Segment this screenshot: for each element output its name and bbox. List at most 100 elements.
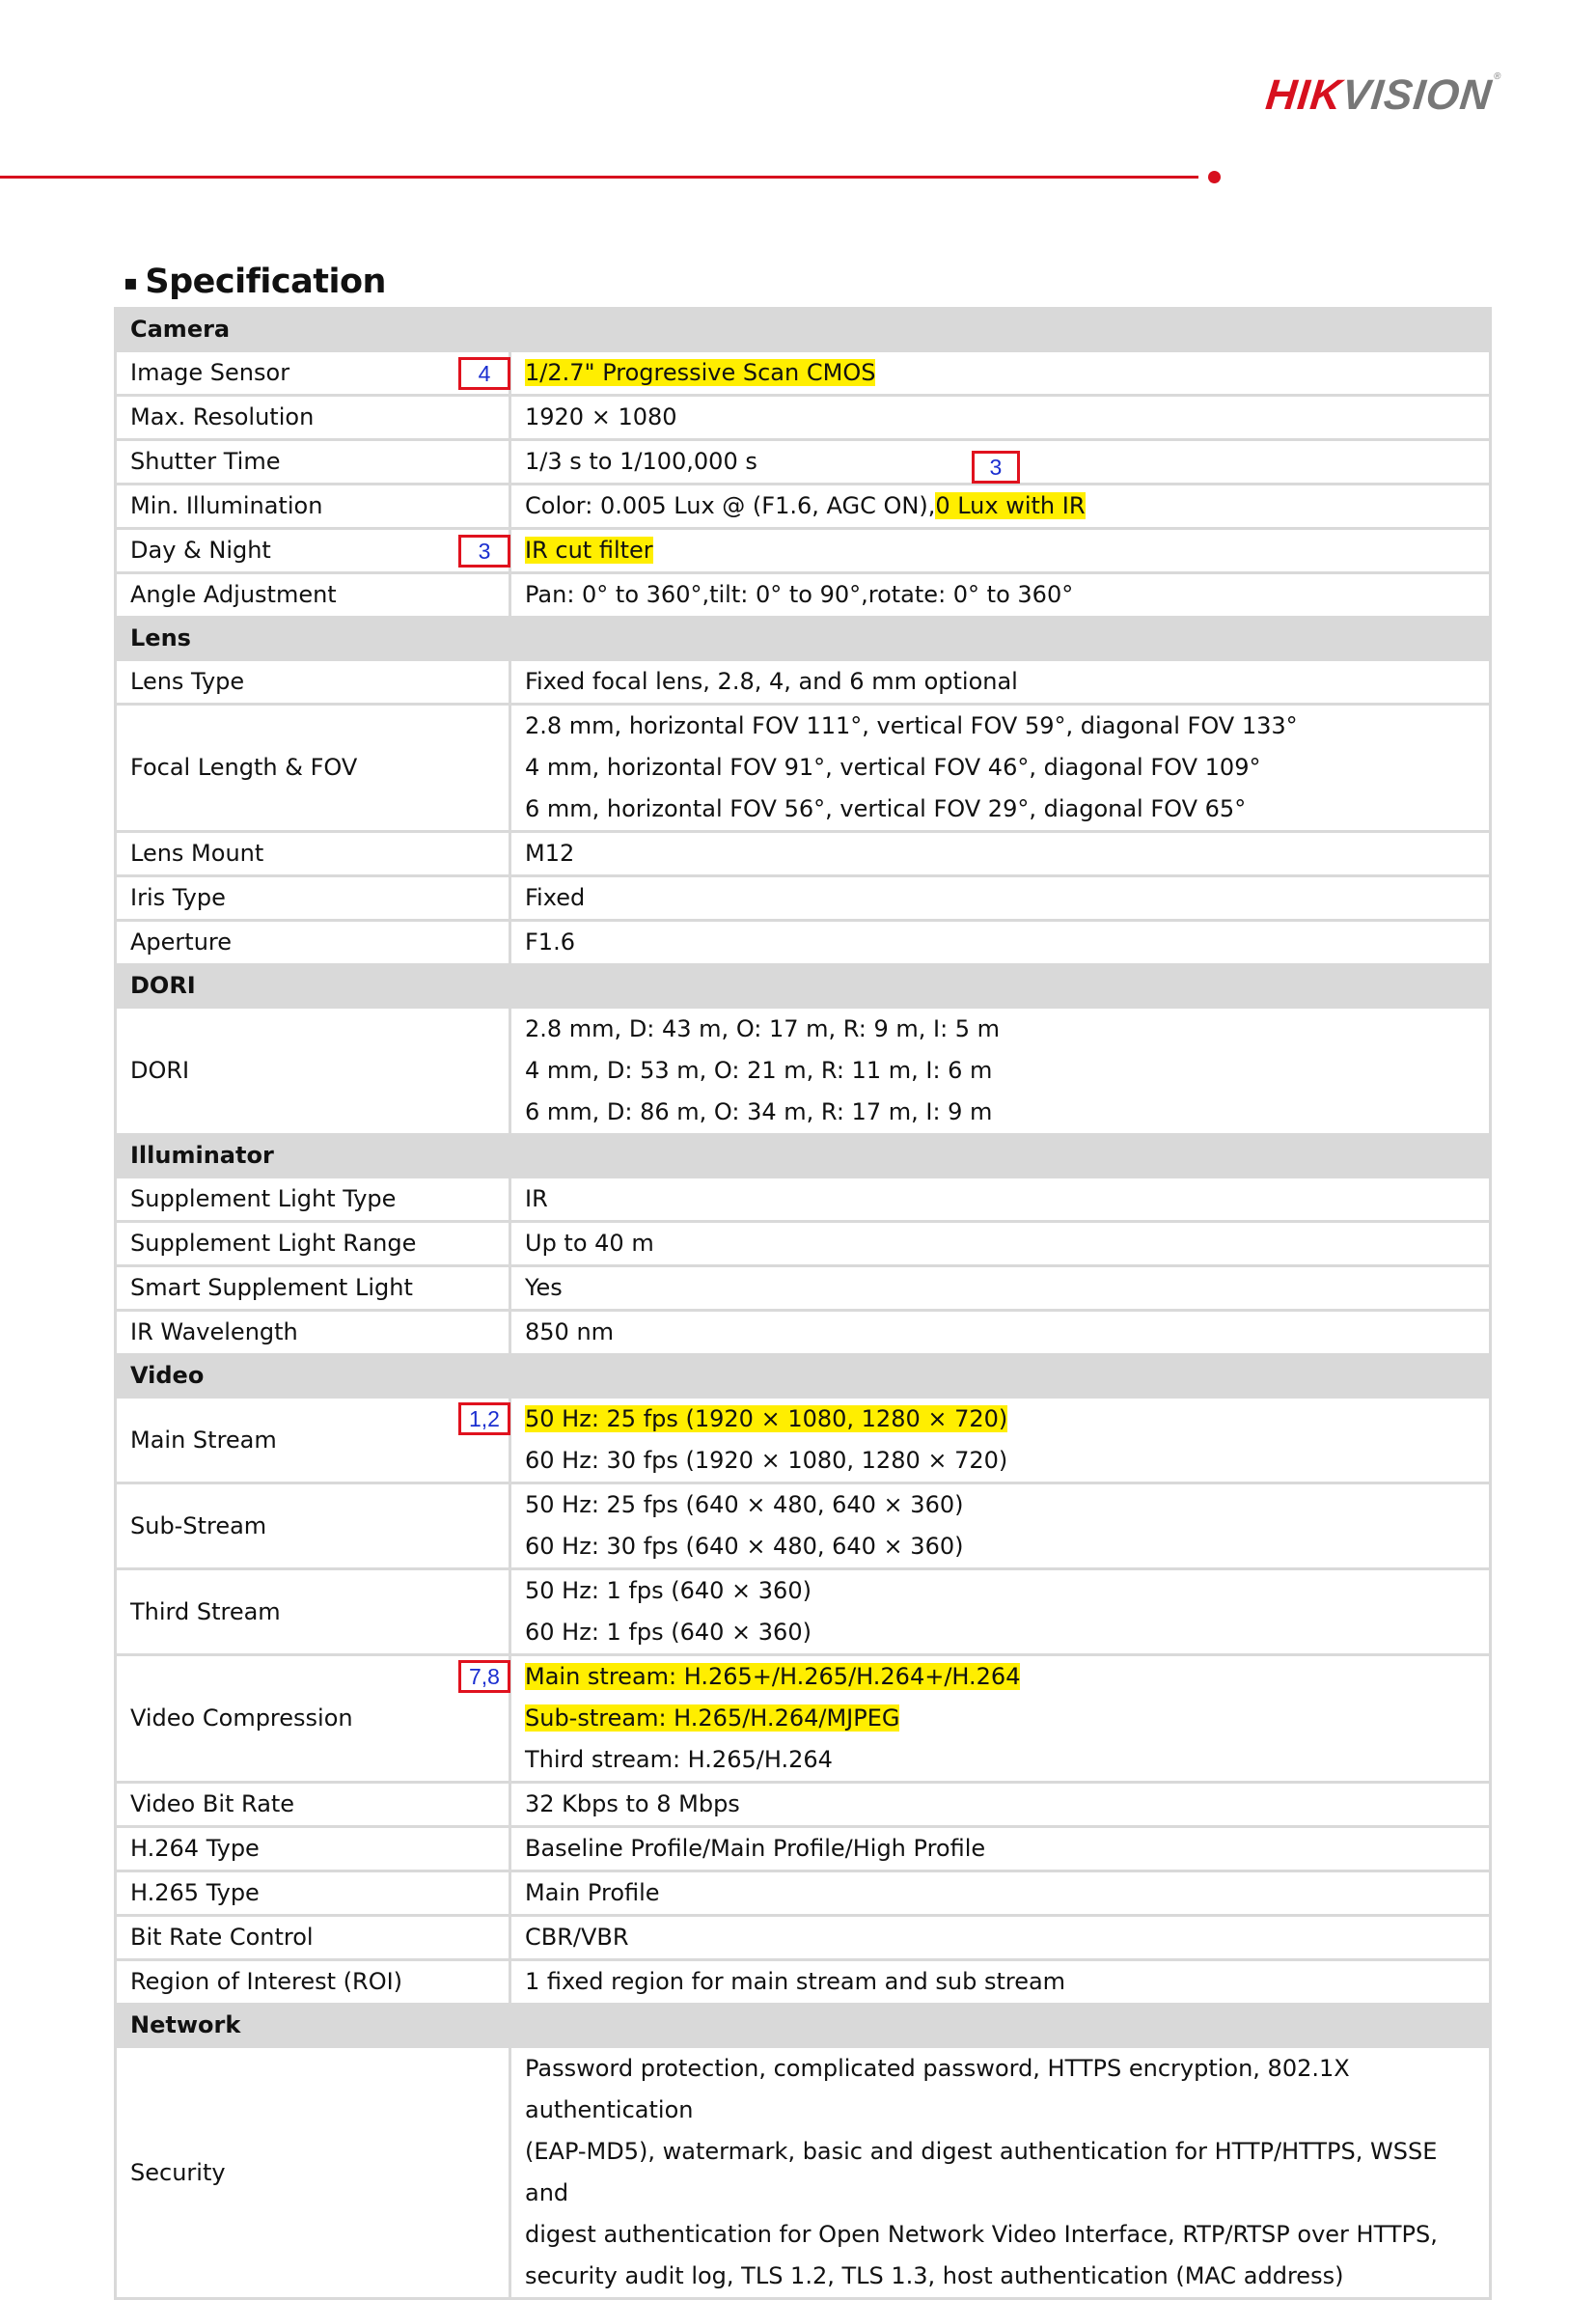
section-title: Video <box>114 1353 1492 1399</box>
section-title: Network <box>114 2003 1492 2048</box>
spec-row: Focal Length & FOV 2.8 mm, horizontal FOV… <box>114 703 1492 833</box>
spec-value: 850 nm <box>525 1318 615 1345</box>
spec-label-cell: DORI <box>114 1006 511 1136</box>
spec-value: Baseline Profile/Main Profile/High Profi… <box>525 1835 986 1862</box>
spec-row: IR Wavelength 850 nm <box>114 1309 1492 1356</box>
spec-value-line: Color: 0.005 Lux @ (F1.6, AGC ON),0 Lux … <box>525 485 1475 527</box>
spec-label-cell: Third Stream <box>114 1567 511 1656</box>
spec-value-cell: 1/3 s to 1/100,000 s 3 <box>509 438 1492 485</box>
spec-row: Aperture F1.6 <box>114 919 1492 966</box>
spec-value-line: 50 Hz: 25 fps (640 × 480, 640 × 360) <box>525 1484 1475 1526</box>
spec-value-cell: Main stream: H.265+/H.265/H.264+/H.264 Su… <box>509 1653 1492 1784</box>
spec-label-cell: Supplement Light Range <box>114 1220 511 1267</box>
spec-value-line: 2.8 mm, D: 43 m, O: 17 m, R: 9 m, I: 5 m <box>525 1009 1475 1050</box>
spec-value: 2.8 mm, D: 43 m, O: 17 m, R: 9 m, I: 5 m <box>525 1015 1001 1042</box>
section-header-row: Video <box>114 1353 1492 1399</box>
spec-value-cell: 50 Hz: 1 fps (640 × 360) 60 Hz: 1 fps (64… <box>509 1567 1492 1656</box>
spec-value-line: 6 mm, horizontal FOV 56°, vertical FOV 2… <box>525 789 1475 830</box>
spec-value: 1920 × 1080 <box>525 403 677 430</box>
spec-value-cell: 850 nm <box>509 1309 1492 1356</box>
spec-value-cell: Color: 0.005 Lux @ (F1.6, AGC ON),0 Lux … <box>509 483 1492 530</box>
spec-label: Main Stream <box>130 1426 277 1454</box>
spec-value-line: 50 Hz: 1 fps (640 × 360) <box>525 1570 1475 1612</box>
spec-value-line: 1920 × 1080 <box>525 397 1475 438</box>
spec-row: Region of Interest (ROI) 1 fixed region f… <box>114 1958 1492 2006</box>
spec-label: Security <box>130 2158 226 2186</box>
section-header-row: Camera <box>114 307 1492 352</box>
spec-row: Security Password protection, complicated… <box>114 2045 1492 2300</box>
spec-value-line: 32 Kbps to 8 Mbps <box>525 1784 1475 1825</box>
spec-label: Supplement Light Range <box>130 1230 417 1257</box>
spec-label-cell: Region of Interest (ROI) <box>114 1958 511 2006</box>
spec-value-line: Main Profile <box>525 1872 1475 1914</box>
spec-value: 4 mm, D: 53 m, O: 21 m, R: 11 m, I: 6 m <box>525 1057 993 1084</box>
header-divider-dot <box>1208 171 1221 183</box>
spec-value: 6 mm, horizontal FOV 56°, vertical FOV 2… <box>525 795 1247 822</box>
spec-value-cell: M12 <box>509 830 1492 877</box>
spec-value-line: digest authentication for Open Network V… <box>525 2214 1475 2256</box>
spec-value-cell: 2.8 mm, D: 43 m, O: 17 m, R: 9 m, I: 5 m… <box>509 1006 1492 1136</box>
spec-value-line: (EAP-MD5), watermark, basic and digest a… <box>525 2131 1475 2214</box>
spec-value-line: 60 Hz: 1 fps (640 × 360) <box>525 1612 1475 1653</box>
spec-value-line: Password protection, complicated passwor… <box>525 2048 1475 2131</box>
spec-value-cell: 32 Kbps to 8 Mbps <box>509 1781 1492 1828</box>
spec-value: Fixed focal lens, 2.8, 4, and 6 mm optio… <box>525 668 1018 695</box>
spec-value-line: Yes <box>525 1267 1475 1309</box>
section-header-row: Lens <box>114 616 1492 661</box>
spec-value: 1/2.7" Progressive Scan CMOS <box>525 359 876 386</box>
spec-value-line: IR <box>525 1178 1475 1220</box>
specification-table: Camera Image Sensor 4 1/2.7" Progressive Sc… <box>114 307 1492 2300</box>
spec-value-line: 50 Hz: 25 fps (1920 × 1080, 1280 × 720) <box>525 1399 1475 1440</box>
spec-value: Main stream: H.265+/H.265/H.264+/H.264 <box>525 1663 1021 1690</box>
spec-label-cell: Bit Rate Control <box>114 1914 511 1961</box>
spec-value-cell: 2.8 mm, horizontal FOV 111°, vertical FO… <box>509 703 1492 833</box>
spec-label: Supplement Light Type <box>130 1185 397 1212</box>
spec-label: Video Bit Rate <box>130 1790 295 1817</box>
spec-label: H.264 Type <box>130 1835 260 1862</box>
spec-value-line: Fixed focal lens, 2.8, 4, and 6 mm optio… <box>525 661 1475 703</box>
spec-value: Third stream: H.265/H.264 <box>525 1746 833 1773</box>
spec-label-cell: Aperture <box>114 919 511 966</box>
spec-value-line: 60 Hz: 30 fps (640 × 480, 640 × 360) <box>525 1526 1475 1567</box>
spec-value: 60 Hz: 30 fps (640 × 480, 640 × 360) <box>525 1533 964 1560</box>
spec-row: Angle Adjustment Pan: 0° to 360°,tilt: 0°… <box>114 571 1492 619</box>
spec-row: Sub-Stream 50 Hz: 25 fps (640 × 480, 640 … <box>114 1482 1492 1570</box>
spec-value: Pan: 0° to 360°,tilt: 0° to 90°,rotate: … <box>525 581 1074 608</box>
spec-row: Min. Illumination Color: 0.005 Lux @ (F1.… <box>114 483 1492 530</box>
spec-value: 50 Hz: 25 fps (1920 × 1080, 1280 × 720) <box>525 1405 1008 1432</box>
spec-row: Bit Rate Control CBR/VBR <box>114 1914 1492 1961</box>
spec-value: Fixed <box>525 884 586 911</box>
spec-label: Angle Adjustment <box>130 581 337 608</box>
spec-value-cell: CBR/VBR <box>509 1914 1492 1961</box>
spec-value: Sub-stream: H.265/H.264/MJPEG <box>525 1704 900 1732</box>
spec-value-line: 1/3 s to 1/100,000 s 3 <box>525 441 1475 484</box>
spec-value: Yes <box>525 1274 563 1301</box>
spec-row: Supplement Light Range Up to 40 m <box>114 1220 1492 1267</box>
spec-label-cell: Sub-Stream <box>114 1482 511 1570</box>
spec-label-cell: Video Compression 7,8 <box>114 1653 511 1784</box>
annotation-box: 3 <box>458 535 510 568</box>
spec-row: Iris Type Fixed <box>114 874 1492 922</box>
section-title: Illuminator <box>114 1133 1492 1178</box>
spec-label: Day & Night <box>130 537 271 564</box>
section-header-row: DORI <box>114 963 1492 1009</box>
spec-label: Shutter Time <box>130 448 281 475</box>
spec-value: 1 fixed region for main stream and sub s… <box>525 1968 1066 1995</box>
spec-label-cell: Angle Adjustment <box>114 571 511 619</box>
spec-value-line: F1.6 <box>525 922 1475 963</box>
spec-label: Bit Rate Control <box>130 1924 314 1951</box>
page-title-text: Specification <box>145 263 386 301</box>
spec-row: Image Sensor 4 1/2.7" Progressive Scan CMO… <box>114 349 1492 397</box>
spec-row: Main Stream 1,2 50 Hz: 25 fps (1920 × 1080… <box>114 1396 1492 1484</box>
spec-label-cell: Main Stream 1,2 <box>114 1396 511 1484</box>
title-bullet-icon: ▪ <box>124 270 138 295</box>
spec-label: Focal Length & FOV <box>130 754 358 781</box>
spec-value-cell: 50 Hz: 25 fps (1920 × 1080, 1280 × 720) 6… <box>509 1396 1492 1484</box>
annotation-box: 7,8 <box>458 1660 510 1693</box>
section-title: DORI <box>114 963 1492 1009</box>
spec-label-cell: IR Wavelength <box>114 1309 511 1356</box>
spec-value-line: Pan: 0° to 360°,tilt: 0° to 90°,rotate: … <box>525 574 1475 616</box>
spec-value: IR <box>525 1185 548 1212</box>
spec-value-line: 60 Hz: 30 fps (1920 × 1080, 1280 × 720) <box>525 1440 1475 1482</box>
spec-value-cell: Main Profile <box>509 1870 1492 1917</box>
